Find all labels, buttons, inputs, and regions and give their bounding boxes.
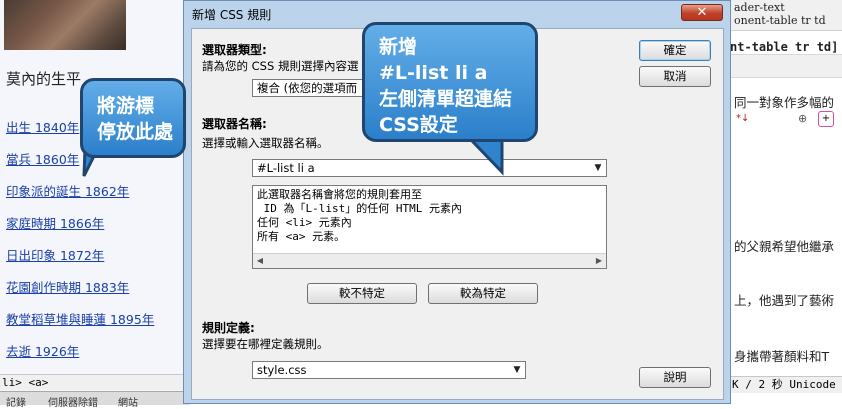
cancel-button[interactable]: 取消	[639, 66, 711, 87]
callout-line: 新增	[379, 36, 418, 58]
scroll-right-icon[interactable]: ▶	[592, 254, 606, 268]
monet-portrait-image	[4, 0, 126, 50]
callout-line: 左側清單超連結	[379, 88, 513, 110]
close-button[interactable]: ✕	[681, 4, 723, 21]
dropdown-arrow-icon[interactable]: ▼	[509, 362, 525, 378]
body-text: 同一對象作多幅的	[734, 95, 835, 110]
tab-log[interactable]: 記錄	[6, 394, 26, 409]
timeline-link-army[interactable]: 當兵 1860年	[6, 149, 79, 168]
rule-definition-heading: 規則定義:	[202, 321, 255, 335]
css-selected-rule: nt-table tr td]	[730, 40, 839, 54]
css-rule-item[interactable]: ader-text	[734, 1, 785, 14]
body-text: 上，他遇到了藝術	[734, 293, 835, 308]
panel-tabs: 記錄 伺服器除錯 網站	[0, 391, 190, 409]
properties-sort-icon[interactable]: *↓	[736, 113, 749, 124]
ok-button[interactable]: 確定	[639, 40, 711, 61]
link-icon[interactable]: ⊕	[798, 112, 807, 125]
css-rule-item[interactable]: onent-table tr td	[734, 14, 826, 27]
help-button[interactable]: 說明	[639, 367, 711, 388]
status-bar: K / 2 秒 Unicode (U	[730, 376, 842, 393]
selector-type-value: 複合 (依您的選項而	[257, 81, 358, 95]
less-specific-button[interactable]: 較不特定	[307, 283, 417, 304]
timeline-link-garden[interactable]: 花園創作時期 1883年	[6, 277, 129, 296]
callout-line: 停放此處	[97, 121, 174, 143]
editor-right: ader-text onent-table tr td nt-table tr …	[730, 0, 842, 404]
timeline-link-waterlilies[interactable]: 教堂稻草堆與睡蓮 1895年	[6, 309, 154, 328]
hover-tip-callout: 將游標 停放此處	[80, 78, 186, 158]
horizontal-scrollbar[interactable]: ◀ ▶	[253, 253, 606, 268]
selector-type-heading: 選取器類型:	[202, 43, 267, 57]
timeline-link-death[interactable]: 去逝 1926年	[6, 341, 79, 360]
selector-name-combobox[interactable]: #L-list li a ▼	[252, 159, 607, 177]
selector-explanation-text: 此選取器名稱會將您的規則套用至 ID 為「L-list」的任何 HTML 元素內…	[257, 188, 462, 243]
rule-definition-select[interactable]: style.css ▼	[252, 361, 526, 379]
selector-name-desc: 選擇或輸入選取器名稱。	[202, 136, 329, 150]
body-text: 身攜帶著顏料和T	[734, 349, 830, 364]
tag-selector[interactable]: li> <a>	[0, 374, 190, 390]
selector-explanation-box: 此選取器名稱會將您的規則套用至 ID 為「L-list」的任何 HTML 元素內…	[252, 185, 607, 269]
timeline-link-birth[interactable]: 出生 1840年	[6, 117, 79, 136]
tab-server-debug[interactable]: 伺服器除錯	[48, 394, 98, 409]
page-heading: 莫內的生平	[6, 70, 82, 88]
timeline-link-sunrise[interactable]: 日出印象 1872年	[6, 245, 104, 264]
callout-line: 將游標	[97, 95, 155, 117]
new-css-rule-icon[interactable]: +	[818, 111, 834, 127]
rule-definition-desc: 選擇要在哪裡定義規則。	[202, 337, 329, 351]
selector-name-value: #L-list li a	[257, 161, 315, 175]
css-rules-list: ader-text onent-table tr td	[730, 0, 842, 31]
rule-definition-value: style.css	[257, 363, 307, 377]
callout-line: CSS設定	[379, 114, 458, 136]
body-text: 的父親希望他繼承	[734, 239, 835, 254]
design-view-left: 莫內的生平 出生 1840年 當兵 1860年 印象派的誕生 1862年 家庭時…	[0, 0, 190, 409]
css-panel-toolbar: *↓ ⊕ +	[730, 54, 842, 127]
more-specific-button[interactable]: 較為特定	[428, 283, 538, 304]
selector-name-heading: 選取器名稱:	[202, 117, 267, 131]
timeline-link-impressionism[interactable]: 印象派的誕生 1862年	[6, 181, 129, 200]
dialog-title: 新增 CSS 規則	[192, 8, 272, 22]
callout-line: #L-list li a	[379, 62, 488, 84]
dropdown-arrow-icon[interactable]: ▼	[590, 160, 606, 176]
tab-site[interactable]: 網站	[118, 394, 138, 409]
scroll-left-icon[interactable]: ◀	[253, 254, 267, 268]
selector-type-desc: 請為您的 CSS 規則選擇內容選	[202, 59, 359, 73]
new-rule-callout: 新增 #L-list li a 左側清單超連結 CSS設定	[362, 22, 538, 142]
selector-type-select[interactable]: 複合 (依您的選項而	[252, 79, 376, 97]
timeline-link-family[interactable]: 家庭時期 1866年	[6, 213, 104, 232]
